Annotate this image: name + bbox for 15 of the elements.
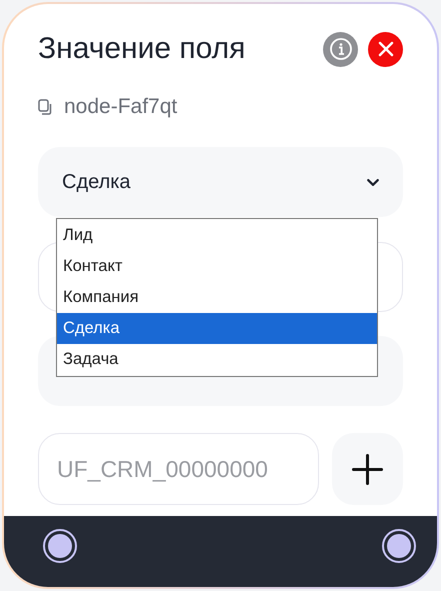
entity-select[interactable]: Сделка — [38, 147, 403, 217]
node-id: node-Faf7qt — [64, 95, 178, 119]
plus-icon — [352, 454, 383, 484]
info-button[interactable] — [323, 32, 358, 66]
add-button[interactable] — [332, 433, 403, 505]
chevron-down-icon — [367, 178, 379, 186]
close-icon — [378, 41, 394, 57]
info-icon — [328, 37, 352, 61]
field-code-input[interactable]: UF_CRM_00000000 — [38, 433, 319, 505]
card-title: Значение поля — [38, 32, 246, 66]
connection-port-icon[interactable] — [42, 528, 78, 564]
connection-port-icon[interactable] — [381, 528, 417, 564]
dropdown-option[interactable]: Сделка — [57, 313, 377, 344]
copy-icon[interactable] — [38, 99, 52, 115]
close-button[interactable] — [368, 32, 403, 66]
